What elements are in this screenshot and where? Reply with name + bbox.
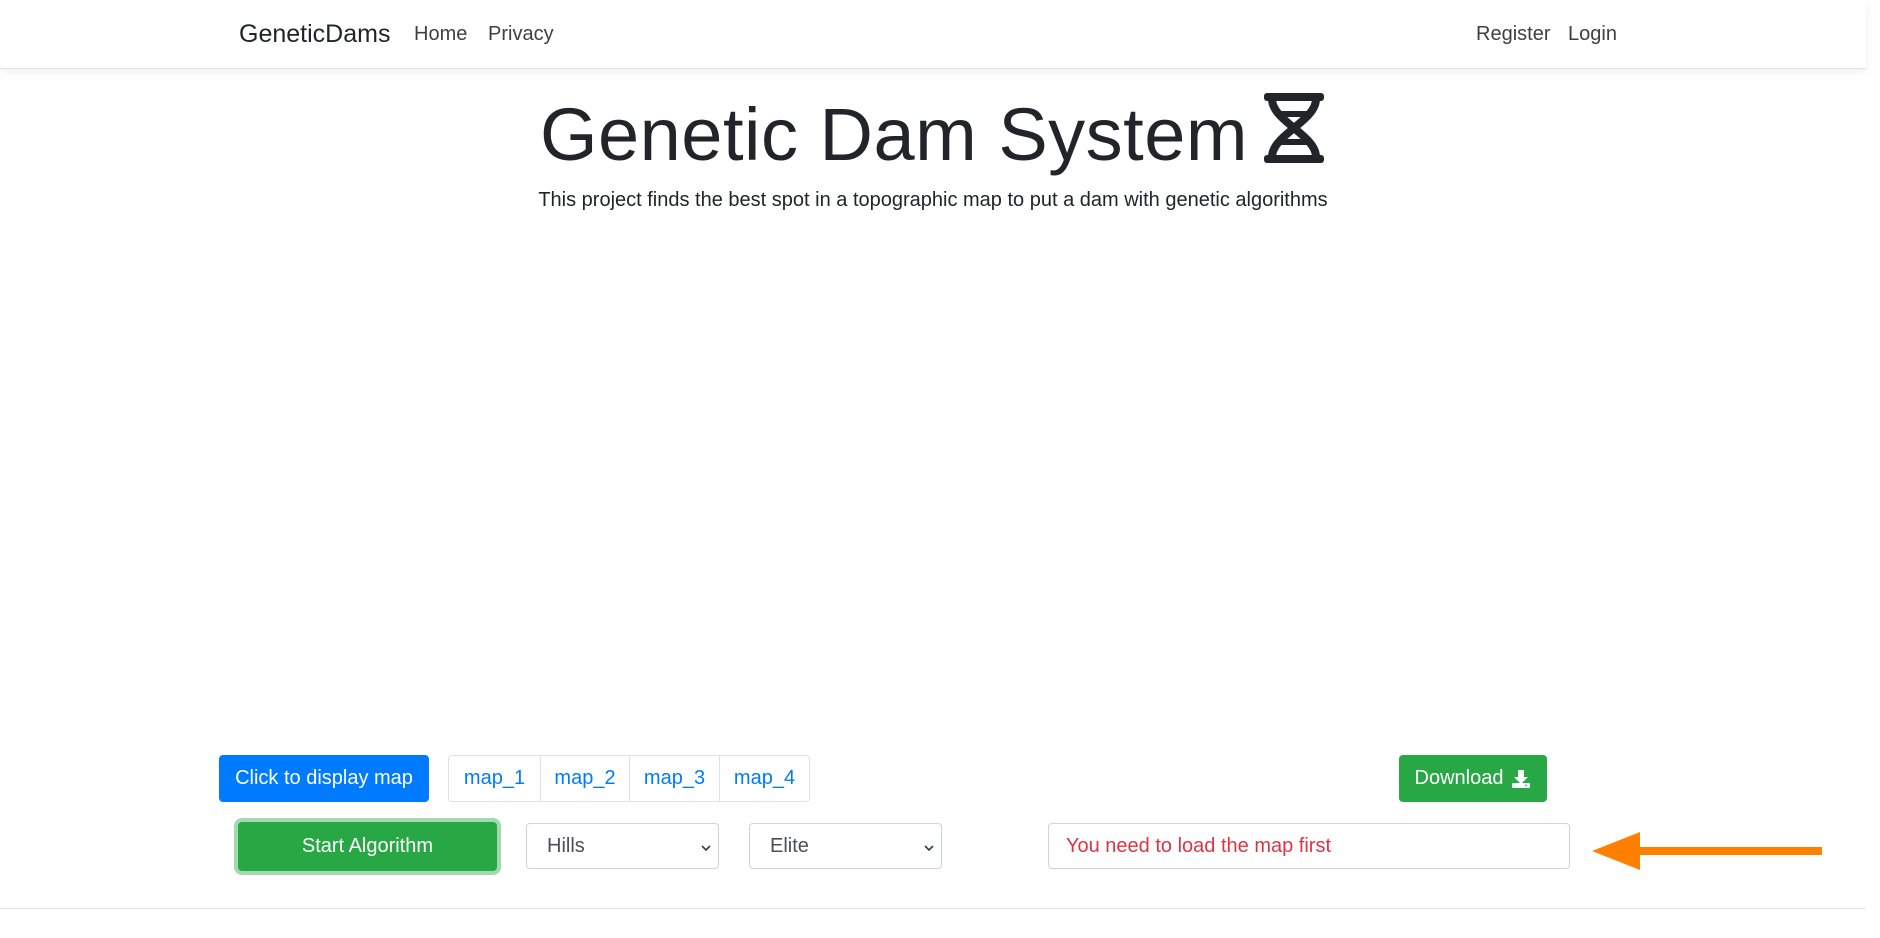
nav-login-link[interactable]: Login [1568, 23, 1617, 46]
page-title: Genetic Dam System [0, 92, 1866, 186]
display-map-button[interactable]: Click to display map [219, 755, 429, 802]
top-navbar: GeneticDams Home Privacy Register Login [0, 0, 1866, 69]
nav-register-link[interactable]: Register [1476, 23, 1550, 46]
selection-method-value: Elite [770, 834, 809, 857]
map-4-link[interactable]: map_4 [719, 756, 809, 801]
map-2-link[interactable]: map_2 [540, 756, 629, 801]
arrow-left-icon [1592, 830, 1828, 877]
selection-method-select[interactable]: Elite [749, 823, 942, 869]
chevron-down-icon [923, 838, 935, 861]
footer-divider [0, 908, 1866, 909]
brand-link[interactable]: GeneticDams [239, 20, 390, 49]
start-algorithm-button[interactable]: Start Algorithm [238, 822, 497, 871]
map-1-link[interactable]: map_1 [449, 756, 540, 801]
download-icon [1511, 769, 1531, 789]
page-subtitle: This project finds the best spot in a to… [538, 189, 1328, 211]
terrain-select[interactable]: Hills [526, 823, 719, 869]
dna-icon [1262, 91, 1326, 182]
status-message-field[interactable]: You need to load the map first [1048, 823, 1570, 869]
nav-home-link[interactable]: Home [414, 23, 467, 46]
map-pagination: map_1 map_2 map_3 map_4 [448, 755, 810, 802]
chevron-down-icon [700, 838, 712, 861]
nav-privacy-link[interactable]: Privacy [488, 23, 554, 46]
download-label: Download [1414, 767, 1504, 789]
download-button[interactable]: Download [1399, 755, 1547, 802]
map-3-link[interactable]: map_3 [629, 756, 719, 801]
terrain-select-value: Hills [547, 834, 585, 857]
page-title-text: Genetic Dam System [539, 93, 1249, 176]
